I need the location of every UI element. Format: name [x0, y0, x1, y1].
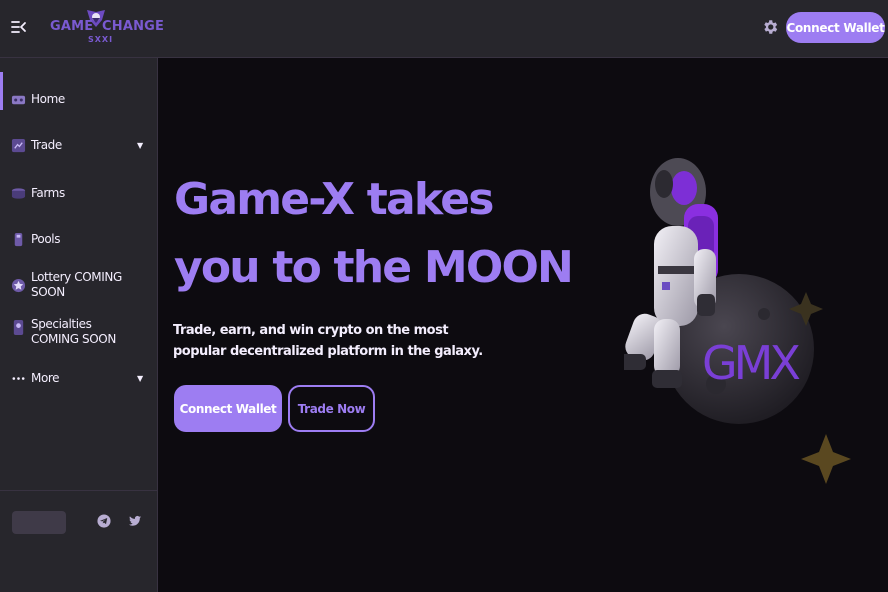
sidebar-item-label: Home — [31, 91, 65, 106]
sidebar-item-label: Specialties COMING SOON — [31, 317, 116, 346]
more-icon — [12, 376, 25, 380]
menu-collapse-icon[interactable] — [10, 18, 28, 36]
twitter-icon[interactable] — [128, 514, 142, 528]
moon-logo-text: GMX — [702, 336, 800, 390]
sidebar-item-lottery[interactable]: Lottery COMING SOON — [0, 270, 157, 299]
sidebar-item-label: More — [31, 370, 60, 385]
top-bar: GAME CHANGE SXXI Connect Wallet — [0, 0, 888, 58]
sidebar: Home Trade ▼ Farms Pools Lottery COMING … — [0, 58, 158, 592]
token-price-placeholder — [12, 511, 66, 534]
pools-icon — [14, 232, 23, 246]
sidebar-item-trade[interactable]: Trade ▼ — [0, 136, 157, 154]
sidebar-item-label: Pools — [31, 231, 61, 246]
hero-connect-wallet-button[interactable]: Connect Wallet — [174, 385, 282, 432]
farms-icon — [11, 187, 26, 199]
logo-subtext: SXXI — [88, 35, 114, 44]
sidebar-item-pools[interactable]: Pools — [0, 230, 157, 248]
lottery-icon — [11, 278, 26, 292]
specialties-icon — [13, 320, 24, 335]
chevron-down-icon: ▼ — [137, 140, 144, 150]
sidebar-item-specialties[interactable]: Specialties COMING SOON — [0, 316, 157, 350]
telegram-icon[interactable] — [97, 514, 111, 528]
logo[interactable]: GAME CHANGE SXXI — [50, 6, 164, 50]
hero-headline-line2: you to the MOON — [174, 242, 574, 293]
connect-wallet-button[interactable]: Connect Wallet — [786, 12, 885, 43]
sidebar-item-label: Lottery COMING SOON — [31, 270, 122, 299]
astronaut-moon-illustration: GMX — [624, 158, 851, 484]
chevron-down-icon: ▼ — [137, 373, 144, 383]
sidebar-item-label: Farms — [31, 185, 65, 200]
logo-word-left: GAME — [50, 19, 94, 34]
gear-icon[interactable] — [761, 18, 779, 36]
sidebar-item-more[interactable]: More ▼ — [0, 369, 157, 387]
sidebar-item-label: Trade — [31, 137, 62, 152]
logo-word-right: CHANGE — [102, 19, 165, 34]
hero-headline: Game-X takes you to the MOON — [174, 166, 574, 302]
sidebar-item-home[interactable]: Home — [0, 90, 157, 108]
trade-now-button[interactable]: Trade Now — [288, 385, 375, 432]
hero-section: Game-X takes you to the MOON Trade, earn… — [158, 58, 888, 592]
home-icon — [11, 95, 26, 104]
sidebar-item-farms[interactable]: Farms — [0, 184, 157, 202]
hero-headline-line1: Game-X takes — [174, 174, 494, 225]
trade-icon — [11, 138, 26, 152]
hero-subtext: Trade, earn, and win crypto on the most … — [173, 323, 483, 359]
sidebar-divider — [0, 490, 157, 491]
